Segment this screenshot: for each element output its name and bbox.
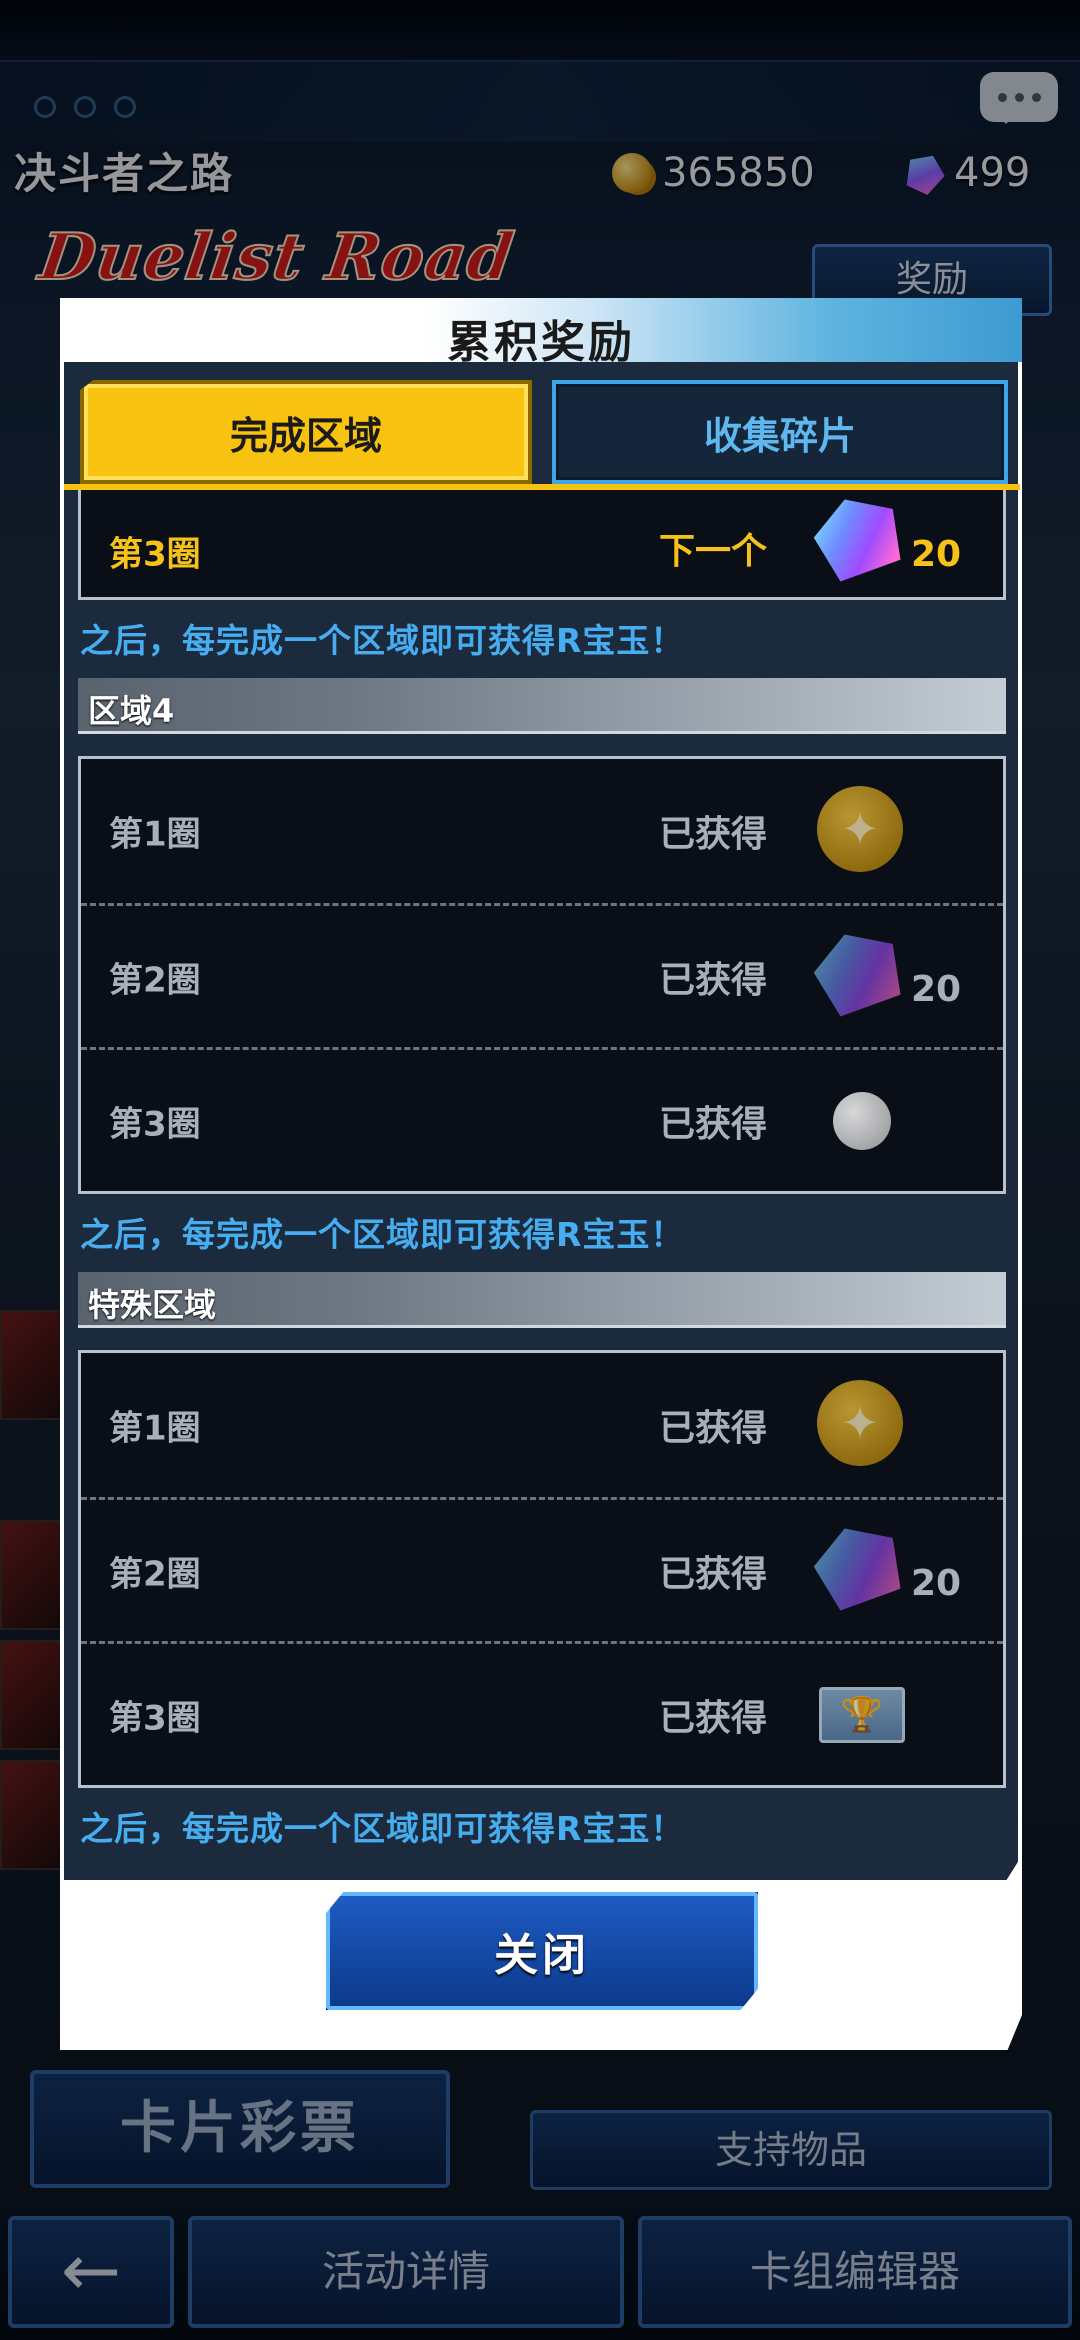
reward-status: 已获得 (659, 1697, 768, 1739)
reward-row: 第1圈 已获得 ✦ (81, 759, 1003, 903)
reward-status: 已获得 (659, 959, 768, 1001)
reward-status: 已获得 (659, 814, 768, 855)
section-title: 区域4 (88, 692, 175, 730)
section-header: 特殊区域 (78, 1272, 1006, 1328)
reward-status: 已获得 (659, 1103, 768, 1145)
reward-quantity: 20 (911, 968, 962, 1010)
reward-box-area-4: 第1圈 已获得 ✦ 第2圈 已获得 20 第3圈 已获得 (78, 756, 1006, 1194)
tab-collect-fragments[interactable]: 收集碎片 (552, 380, 1008, 484)
lap-label: 第2圈 (109, 1554, 201, 1594)
lap-label: 第3圈 (109, 1104, 201, 1144)
reward-list[interactable]: 第3圈 下一个 20 之后，每完成一个区域即可获得R宝玉！ 区域4 第1圈 已获… (64, 490, 1020, 1876)
gem-icon (805, 1514, 913, 1622)
lap-label: 第2圈 (109, 960, 201, 1000)
reward-row: 第3圈 已获得 🏆 (81, 1641, 1003, 1785)
reward-box-special-area: 第1圈 已获得 ✦ 第2圈 已获得 20 第3圈 已获得 🏆 (78, 1350, 1006, 1788)
gold-medal-icon: ✦ (817, 786, 903, 872)
reward-status: 下一个 (659, 531, 768, 573)
gem-icon (805, 490, 913, 593)
dialog-title: 累积奖励 (447, 317, 635, 368)
reward-icon-slot: ✦ (817, 786, 907, 876)
reward-row: 第3圈 下一个 20 (81, 490, 1003, 597)
info-note: 之后，每完成一个区域即可获得R宝玉！ (80, 1809, 685, 1848)
trophy-card-icon: 🏆 (819, 1686, 905, 1743)
reward-icon-slot (817, 932, 907, 1022)
reward-icon-slot: ✦ (817, 1380, 907, 1470)
pearl-icon (833, 1091, 891, 1150)
close-button[interactable]: 关闭 (326, 1892, 758, 2010)
reward-row: 第2圈 已获得 20 (81, 903, 1003, 1047)
reward-box-previous: 第3圈 下一个 20 (78, 490, 1006, 600)
reward-icon-slot (817, 497, 907, 587)
reward-row: 第2圈 已获得 20 (81, 1497, 1003, 1641)
reward-icon-slot: 🏆 (817, 1670, 907, 1760)
reward-icon-slot (817, 1526, 907, 1616)
reward-row: 第3圈 已获得 (81, 1047, 1003, 1191)
reward-status: 已获得 (659, 1408, 768, 1449)
reward-quantity: 20 (911, 534, 962, 576)
lap-label: 第3圈 (109, 1698, 201, 1738)
section-header: 区域4 (78, 678, 1006, 734)
gold-medal-icon: ✦ (817, 1380, 903, 1466)
lap-label: 第1圈 (109, 1408, 201, 1449)
info-note: 之后，每完成一个区域即可获得R宝玉！ (80, 621, 685, 660)
reward-icon-slot (817, 1076, 907, 1166)
lap-label: 第3圈 (109, 534, 201, 575)
info-note: 之后，每完成一个区域即可获得R宝玉！ (80, 1215, 685, 1254)
reward-row: 第1圈 已获得 ✦ (81, 1353, 1003, 1497)
lap-label: 第1圈 (109, 814, 201, 855)
tab-complete-area[interactable]: 完成区域 (80, 380, 532, 484)
reward-status: 已获得 (659, 1553, 768, 1595)
section-title: 特殊区域 (88, 1286, 217, 1324)
gem-icon (805, 920, 913, 1028)
reward-quantity: 20 (911, 1562, 962, 1604)
